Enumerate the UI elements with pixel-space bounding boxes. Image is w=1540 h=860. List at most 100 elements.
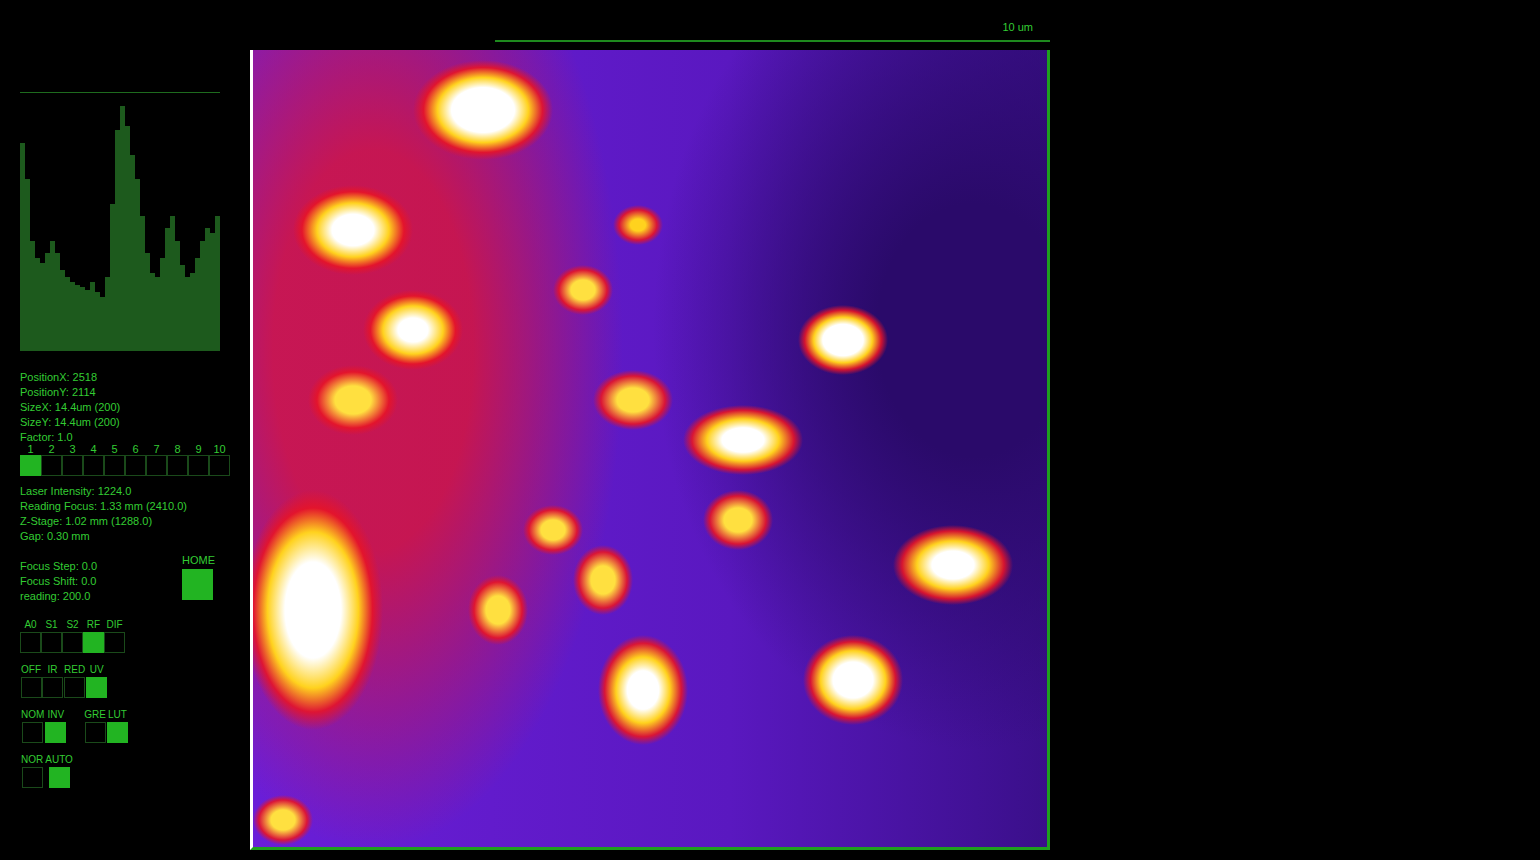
setting-line: Reading Focus: 1.33 mm (2410.0) (20, 499, 220, 514)
channel-label: 2 (48, 445, 54, 454)
control-panel: PositionX: 2518PositionY: 2114SizeX: 14.… (0, 0, 220, 850)
setting-line: Gap: 0.30 mm (20, 529, 220, 544)
toggle-button[interactable] (104, 632, 125, 653)
focus-section: Focus Step: 0.0Focus Shift: 0.0reading: … (20, 559, 215, 604)
microscope-app: PositionX: 2518PositionY: 2114SizeX: 14.… (0, 0, 1540, 850)
toggle-option: RED (63, 663, 86, 698)
scale-bar: 10 um (250, 0, 1050, 50)
info-line: Factor: 1.0 (20, 430, 220, 445)
toggle-option: NOM (20, 708, 45, 743)
focus-list: Focus Step: 0.0Focus Shift: 0.0reading: … (20, 559, 97, 604)
toggle-group: NOMINV (20, 708, 66, 743)
channel-button[interactable] (62, 455, 83, 476)
toggle-button[interactable] (64, 677, 85, 698)
channel-button[interactable] (188, 455, 209, 476)
channel-button[interactable] (167, 455, 188, 476)
toggle-option: AUTO (44, 753, 74, 788)
settings-list: Laser Intensity: 1224.0Reading Focus: 1.… (20, 484, 220, 544)
toggle-section: A0 S1 S2 RFDIF OFF IR REDUV NOMINV GRELUT NORAUTO (20, 618, 220, 788)
home-control: HOME (182, 553, 215, 604)
microscope-image[interactable] (250, 50, 1050, 850)
toggle-label: NOR (20, 753, 44, 767)
focus-line: Focus Step: 0.0 (20, 559, 97, 574)
toggle-button[interactable] (42, 677, 63, 698)
channel-button[interactable] (20, 455, 41, 476)
toggle-button[interactable] (86, 677, 107, 698)
toggle-button[interactable] (107, 722, 128, 743)
toggle-button[interactable] (62, 632, 83, 653)
toggle-group: NORAUTO (20, 753, 74, 788)
focus-line: Focus Shift: 0.0 (20, 574, 97, 589)
toggle-label: IR (47, 663, 59, 677)
toggle-option: INV (45, 708, 66, 743)
channel-label: 6 (132, 445, 138, 454)
info-list: PositionX: 2518PositionY: 2114SizeX: 14.… (20, 370, 220, 445)
channel-cell: 7 (146, 445, 167, 476)
scale-line (495, 40, 1050, 42)
channel-cell: 2 (41, 445, 62, 476)
channel-label: 9 (195, 445, 201, 454)
channel-button[interactable] (41, 455, 62, 476)
channel-cell: 10 (209, 445, 230, 476)
toggle-option: S2 (62, 618, 83, 653)
toggle-button[interactable] (20, 632, 41, 653)
channel-label: 5 (111, 445, 117, 454)
toggle-label: OFF (20, 663, 42, 677)
toggle-option: OFF (20, 663, 42, 698)
toggle-group: OFF IR REDUV (20, 663, 107, 698)
info-line: PositionY: 2114 (20, 385, 220, 400)
channel-label: 3 (69, 445, 75, 454)
toggle-label: AUTO (44, 753, 74, 767)
info-line: PositionX: 2518 (20, 370, 220, 385)
toggle-option: LUT (107, 708, 128, 743)
toggle-option: GRE (83, 708, 107, 743)
toggle-option: UV (86, 663, 107, 698)
toggle-row: OFF IR REDUV (20, 663, 220, 698)
toggle-label: RF (86, 618, 101, 632)
toggle-label: UV (89, 663, 105, 677)
channel-button[interactable] (146, 455, 167, 476)
toggle-row: NOMINV GRELUT (20, 708, 220, 743)
toggle-label: LUT (107, 708, 128, 722)
channel-cell: 3 (62, 445, 83, 476)
toggle-option: DIF (104, 618, 125, 653)
toggle-label: GRE (83, 708, 107, 722)
toggle-button[interactable] (85, 722, 106, 743)
channel-cell: 4 (83, 445, 104, 476)
toggle-button[interactable] (45, 722, 66, 743)
toggle-button[interactable] (41, 632, 62, 653)
channel-label: 1 (27, 445, 33, 454)
image-area: 10 um (250, 0, 1050, 850)
home-label: HOME (182, 553, 215, 568)
channel-cell: 6 (125, 445, 146, 476)
info-line: SizeX: 14.4um (200) (20, 400, 220, 415)
channel-label: 10 (213, 445, 225, 454)
toggle-option: RF (83, 618, 104, 653)
toggle-option: NOR (20, 753, 44, 788)
toggle-label: S1 (44, 618, 58, 632)
toggle-button[interactable] (21, 677, 42, 698)
toggle-label: INV (47, 708, 66, 722)
channel-cell: 9 (188, 445, 209, 476)
channel-button[interactable] (209, 455, 230, 476)
channel-selector: 12345678910 (20, 445, 230, 476)
channel-cell: 5 (104, 445, 125, 476)
toggle-button[interactable] (22, 722, 43, 743)
toggle-row: NORAUTO (20, 753, 220, 788)
toggle-option: A0 (20, 618, 41, 653)
channel-button[interactable] (104, 455, 125, 476)
toggle-label: A0 (23, 618, 37, 632)
histogram-bar (215, 216, 220, 351)
channel-button[interactable] (125, 455, 146, 476)
toggle-label: S2 (65, 618, 79, 632)
toggle-button[interactable] (49, 767, 70, 788)
toggle-button[interactable] (83, 632, 104, 653)
setting-line: Laser Intensity: 1224.0 (20, 484, 220, 499)
setting-line: Z-Stage: 1.02 mm (1288.0) (20, 514, 220, 529)
home-button[interactable] (182, 569, 213, 600)
toggle-row: A0 S1 S2 RFDIF (20, 618, 220, 653)
toggle-label: NOM (20, 708, 45, 722)
channel-label: 4 (90, 445, 96, 454)
toggle-button[interactable] (22, 767, 43, 788)
channel-button[interactable] (83, 455, 104, 476)
